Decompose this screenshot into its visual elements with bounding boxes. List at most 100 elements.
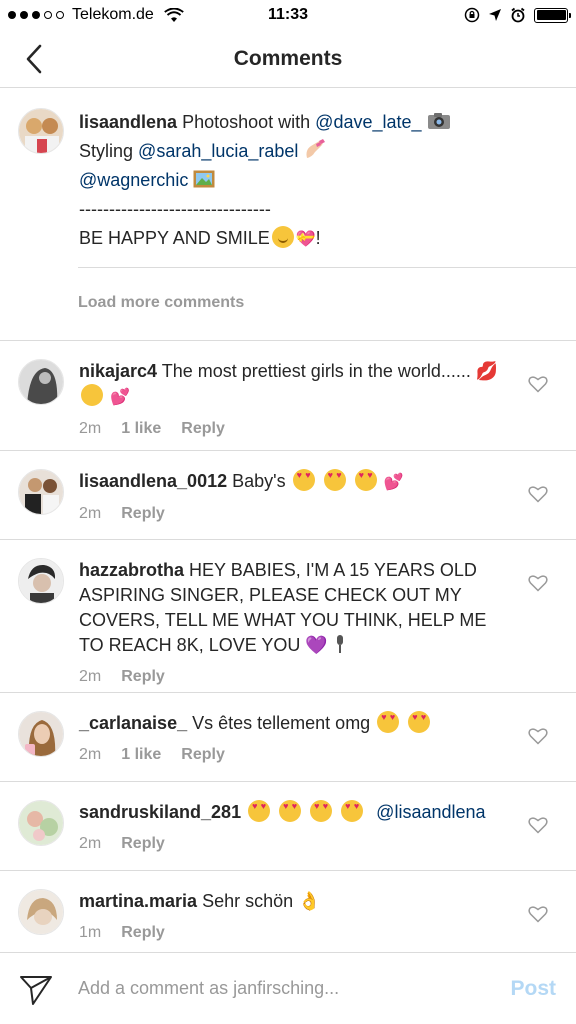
caption-divider-line: -------------------------------- [79,199,271,219]
comment-username[interactable]: lisaandlena_0012 [79,471,227,491]
comment-message: The most prettiest girls in the world...… [161,361,471,381]
avatar[interactable] [18,469,64,515]
like-heart-icon[interactable] [528,375,548,393]
heart-eyes-emoji-icon [279,800,302,822]
mention-link[interactable]: @wagnerchic [79,170,188,190]
mention-link[interactable]: @sarah_lucia_rabel [138,141,298,161]
battery-icon [534,7,571,23]
comment-time: 2m [79,668,102,685]
caption-text-part: Photoshoot with [182,112,311,132]
ok-hand-emoji-icon: 👌 [298,891,321,911]
comment-body: hazzabrotha HEY BABIES, I'M A 15 YEARS O… [79,558,509,692]
heart-eyes-emoji-icon [323,469,346,491]
comment-item: hazzabrotha HEY BABIES, I'M A 15 YEARS O… [0,539,576,692]
face-blowing-kiss-emoji-icon [81,384,103,406]
reply-button[interactable]: Reply [121,664,165,689]
like-heart-icon[interactable] [528,816,548,834]
signal-dot [20,11,28,19]
heart-eyes-emoji-icon [292,469,315,491]
page-title: Comments [233,46,343,70]
avatar[interactable] [18,108,64,154]
like-heart-icon[interactable] [528,905,548,923]
comment-item: sandruskiland_281 @lisaandlena 2m Reply [0,781,576,870]
caption-username[interactable]: lisaandlena [79,112,177,132]
back-button[interactable] [18,42,50,76]
post-button[interactable]: Post [510,977,556,1001]
comment-likes[interactable]: 1 like [121,742,161,767]
avatar[interactable] [18,359,64,405]
comment-item: lisaandlena_0012 Baby's 💕 2m Reply [0,450,576,539]
signal-dot-empty [56,11,64,19]
comment-text: _carlanaise_ Vs êtes tellement omg [79,711,509,736]
like-heart-icon[interactable] [528,574,548,592]
comment-time: 2m [79,505,102,522]
reply-button[interactable]: Reply [181,416,225,441]
comment-message: Vs êtes tellement omg [192,713,371,733]
wifi-icon [164,7,184,22]
comment-username[interactable]: _carlanaise_ [79,713,187,733]
comment-message: Baby's [232,471,286,491]
comment-body: nikajarc4 The most prettiest girls in th… [79,359,509,450]
caption-line: BE HAPPY AND SMILE 💝! [79,224,519,254]
kiss-mark-emoji-icon: 💋 [475,361,499,381]
like-heart-icon[interactable] [528,485,548,503]
comment-body: martina.maria Sehr schön 👌 1m Reply [79,889,509,952]
comment-username[interactable]: hazzabrotha [79,560,184,580]
comment-composer: Add a comment as janfirsching... Post [0,952,576,1024]
two-hearts-emoji-icon: 💕 [110,389,130,406]
comment-time: 2m [79,746,102,763]
comment-text: sandruskiland_281 @lisaandlena [79,800,509,825]
avatar[interactable] [18,889,64,935]
load-more-comments-button[interactable]: Load more comments [78,294,244,312]
comment-username[interactable]: nikajarc4 [79,361,157,381]
comment-item: _carlanaise_ Vs êtes tellement omg 2m 1 … [0,692,576,781]
mention-link[interactable]: @dave_late_ [315,112,421,132]
caption-text: lisaandlena Photoshoot with @dave_late_ … [79,108,519,268]
smiling-face-emoji-icon [271,226,294,248]
purple-heart-emoji-icon: 💜 [305,635,328,655]
chevron-left-icon [26,44,42,74]
signal-dot [8,11,16,19]
comment-username[interactable]: sandruskiland_281 [79,802,241,822]
comment-username[interactable]: martina.maria [79,891,197,911]
comment-input[interactable]: Add a comment as janfirsching... [78,978,510,999]
rotation-lock-icon [464,7,480,23]
comment-text: nikajarc4 The most prettiest girls in th… [79,359,509,410]
mention-link[interactable]: @lisaandlena [376,802,485,822]
heart-eyes-emoji-icon [408,711,431,733]
comment-text: hazzabrotha HEY BABIES, I'M A 15 YEARS O… [79,558,509,658]
caption-line: lisaandlena Photoshoot with @dave_late_ [79,108,519,137]
comment-body: lisaandlena_0012 Baby's 💕 2m Reply [79,469,509,539]
reply-button[interactable]: Reply [181,742,225,767]
caption-text-part: Styling [79,141,134,161]
comment-meta: 1m Reply [79,920,509,945]
like-heart-icon[interactable] [528,727,548,745]
reply-button[interactable]: Reply [121,501,165,526]
reply-button[interactable]: Reply [121,831,165,856]
caption-text-part: BE HAPPY AND SMILE [79,228,270,248]
caption-line: @wagnerchic [79,166,519,195]
alarm-icon [511,7,525,23]
heart-eyes-emoji-icon [354,469,377,491]
comment-meta: 2m Reply [79,831,509,856]
heart-ribbon-emoji-icon: 💝 [295,231,316,248]
avatar[interactable] [18,558,64,604]
comment-item: martina.maria Sehr schön 👌 1m Reply [0,870,576,952]
comment-likes[interactable]: 1 like [121,416,161,441]
avatar[interactable] [18,800,64,846]
caption-line: Styling @sarah_lucia_rabel [79,137,519,166]
direct-send-icon[interactable] [18,971,54,1007]
signal-dot-empty [44,11,52,19]
carrier-name: Telekom.de [72,6,154,23]
heart-eyes-emoji-icon [377,711,400,733]
two-hearts-emoji-icon: 💕 [383,474,404,491]
avatar[interactable] [18,711,64,757]
post-caption: lisaandlena Photoshoot with @dave_late_ … [0,88,576,268]
camera-emoji-icon [427,113,450,129]
reply-button[interactable]: Reply [121,920,165,945]
comment-meta: 2m 1 like Reply [79,416,509,441]
comment-meta: 2m 1 like Reply [79,742,509,767]
comment-meta: 2m Reply [79,664,509,689]
divider [78,267,576,268]
status-left: Telekom.de [8,6,464,24]
